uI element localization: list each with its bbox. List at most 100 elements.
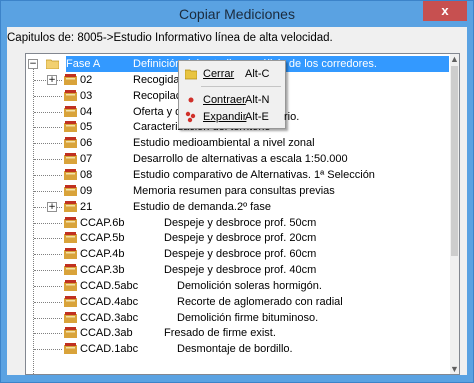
chapter-code: 06 [80, 137, 93, 150]
chapter-code: 05 [80, 121, 93, 134]
chapter-book-icon [64, 279, 77, 291]
chapter-code: CCAD.3abc [80, 311, 139, 324]
chapter-code: Fase A [66, 58, 101, 70]
tree-branch-line [34, 95, 62, 97]
chapter-book-icon [64, 295, 77, 307]
menu-item-shortcut: Alt-E [245, 111, 269, 123]
tree-branch-line [34, 159, 62, 161]
chapter-description: Despeje y desbroce prof. 50cm [164, 216, 317, 229]
chapter-description: Estudio de demanda.2º fase [133, 200, 271, 213]
tree-branch-line [34, 238, 62, 240]
chapter-book-icon [64, 153, 77, 165]
chapter-description: Fresado de firme exist. [164, 327, 276, 340]
tree-branch-line [34, 285, 62, 287]
chapter-book-icon [64, 311, 77, 323]
chapter-description: Despeje y desbroce prof. 40cm [164, 264, 317, 277]
tree-branch-line [34, 301, 62, 303]
folder-icon [46, 59, 59, 69]
tree-row[interactable]: CCAD.4abc Recorte de aglomerado con radia… [26, 294, 449, 310]
tree-branch-line [34, 143, 62, 145]
chapter-description: Recorte de aglomerado con radial [177, 295, 343, 308]
chapter-code: CCAD.3ab [80, 327, 133, 340]
tree-row[interactable]: CCAD.3ab Fresado de firme exist. [26, 325, 449, 341]
menu-item-label: Cerrar [203, 68, 235, 80]
tree-row[interactable]: +21 Estudio de demanda.2º fase [26, 199, 449, 215]
tree-row[interactable]: 09 Memoria resumen para consultas previas [26, 183, 449, 199]
title-bar[interactable]: Copiar Mediciones x [1, 1, 473, 27]
tree-branch-line [34, 317, 62, 319]
chapter-code: CCAP.3b [80, 264, 125, 277]
menu-item-cerrar[interactable]: Cerrar Alt-C [179, 65, 285, 83]
tree-branch-line [34, 190, 62, 192]
chapter-description: Demolición firme bituminoso. [177, 311, 319, 324]
chapter-description: Estudio comparativo de Alternativas. 1ª … [133, 168, 375, 181]
chapter-book-icon [64, 168, 77, 180]
menu-item-shortcut: Alt-N [245, 94, 270, 106]
tree-row[interactable]: CCAD.3abc Demolición firme bituminoso. [26, 310, 449, 326]
folder-icon [185, 69, 197, 80]
tree-row[interactable]: CCAD.1abc Desmontaje de bordillo. [26, 341, 449, 357]
tree-row[interactable]: 06 Estudio medioambiental a nivel zonal [26, 135, 449, 151]
window-title: Copiar Mediciones [179, 6, 295, 22]
tree-row[interactable]: CCAP.3b Despeje y desbroce prof. 40cm [26, 262, 449, 278]
tree-branch-line [34, 270, 62, 272]
tree-branch-line [34, 127, 62, 129]
chapter-book-icon [64, 216, 77, 228]
menu-item-label: Contraer [203, 94, 246, 106]
chapter-description: Estudio medioambiental a nivel zonal [133, 137, 315, 150]
chapter-description: Despeje y desbroce prof. 20cm [164, 232, 317, 245]
hidden-description-tail: rio. [284, 111, 300, 123]
context-menu: Cerrar Alt-C Contraer Alt-N Expandir Alt… [178, 60, 286, 129]
chapter-description: Despeje y desbroce prof. 60cm [164, 248, 317, 261]
chapter-caption: Capitulos de: 8005->Estudio Informativo … [7, 32, 333, 44]
chapter-description: Memoria resumen para consultas previas [133, 184, 335, 197]
tree-row[interactable]: CCAD.5abc Demolición soleras hormigón. [26, 278, 449, 294]
chapter-book-icon [64, 105, 77, 117]
chapter-code: 21 [80, 200, 93, 213]
tree-branch-line [34, 174, 62, 176]
tree-row[interactable]: CCAP.5b Despeje y desbroce prof. 20cm [26, 230, 449, 246]
chapter-book-icon [64, 327, 77, 339]
tree-row[interactable]: CCAP.4b Despeje y desbroce prof. 60cm [26, 246, 449, 262]
expand-plus-icon[interactable]: + [47, 74, 57, 85]
expand-plus-icon[interactable]: + [47, 201, 57, 212]
tree-row[interactable]: CCAP.6b Despeje y desbroce prof. 50cm [26, 215, 449, 231]
scroll-down-arrow-icon[interactable]: ▼ [450, 364, 459, 374]
scroll-thumb[interactable] [451, 66, 458, 256]
chapter-code: CCAD.4abc [80, 295, 139, 308]
chapter-code: CCAD.5abc [80, 279, 139, 292]
chapter-description: Desmontaje de bordillo. [177, 343, 293, 356]
tree-row[interactable]: 07 Desarrollo de alternativas a escala 1:… [26, 151, 449, 167]
chapter-code: 08 [80, 168, 93, 181]
chapter-code: 03 [80, 89, 93, 102]
menu-item-contraer[interactable]: Contraer Alt-N [179, 91, 285, 109]
chapter-book-icon [64, 89, 77, 101]
chapter-description: Desarrollo de alternativas a escala 1:50… [133, 153, 348, 166]
scroll-up-arrow-icon[interactable]: ▲ [450, 54, 459, 64]
chapter-book-icon [64, 137, 77, 149]
collapse-minus-icon[interactable]: − [28, 59, 38, 69]
chapter-book-icon [64, 343, 77, 355]
chapter-book-icon [64, 232, 77, 244]
vertical-scrollbar[interactable]: ▲ ▼ [450, 54, 459, 374]
close-button[interactable]: x [423, 1, 467, 21]
tree-branch-line [34, 111, 62, 113]
chapter-code: 04 [80, 105, 93, 118]
chapter-code: 07 [80, 153, 93, 166]
tree-branch-line [34, 254, 62, 256]
chapter-book-icon [64, 248, 77, 260]
chapter-book-icon [64, 184, 77, 196]
chapter-code: CCAD.1abc [80, 343, 139, 356]
chapter-description: Demolición soleras hormigón. [177, 279, 322, 292]
chapter-code: CCAP.5b [80, 232, 125, 245]
chapter-code: CCAP.6b [80, 216, 125, 229]
dialog-window: Copiar Mediciones x Capitulos de: 8005->… [0, 0, 474, 383]
chapter-code: 09 [80, 184, 93, 197]
tree-branch-line [34, 349, 62, 351]
chapter-book-icon [64, 200, 77, 212]
tree-branch-line [34, 222, 62, 224]
tree-row[interactable]: 08 Estudio comparativo de Alternativas. 1… [26, 167, 449, 183]
chapter-book-icon [64, 73, 77, 85]
chapter-code: CCAP.4b [80, 248, 125, 261]
menu-item-expandir[interactable]: Expandir Alt-E [179, 108, 285, 126]
